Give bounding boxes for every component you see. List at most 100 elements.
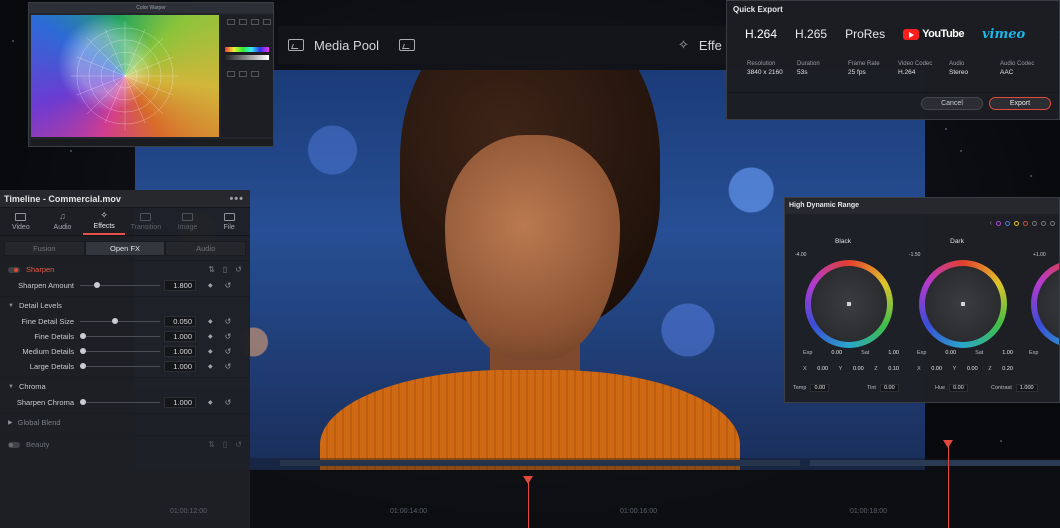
slider-knob[interactable] bbox=[94, 282, 100, 288]
keyframe-icon[interactable]: ◆ bbox=[208, 348, 213, 355]
zone-dot[interactable] bbox=[1023, 221, 1028, 226]
slider-knob[interactable] bbox=[80, 399, 86, 405]
reset-icon[interactable]: ↺ bbox=[225, 281, 232, 290]
reorder-icon[interactable]: ⇅ bbox=[208, 265, 215, 274]
global-blend-header[interactable]: ▶ Global Blend bbox=[0, 413, 250, 431]
warper-tool-button[interactable] bbox=[251, 19, 259, 25]
trash-icon[interactable]: ▯ bbox=[223, 440, 227, 449]
slider-knob[interactable] bbox=[80, 363, 86, 369]
slider-knob[interactable] bbox=[80, 333, 86, 339]
tab-video[interactable]: Video bbox=[0, 208, 42, 235]
chroma-header[interactable]: ▼ Chroma bbox=[0, 377, 250, 395]
detail-levels-header[interactable]: ▼ Detail Levels bbox=[0, 296, 250, 314]
luma-strip[interactable] bbox=[225, 55, 269, 60]
warper-tool-button[interactable] bbox=[227, 71, 235, 77]
temp-value[interactable]: 0.00 bbox=[810, 384, 830, 392]
format-vimeo[interactable]: vimeo bbox=[982, 27, 1025, 42]
tab-image[interactable]: Image bbox=[167, 208, 209, 235]
chevron-left-icon[interactable]: ‹ bbox=[990, 220, 992, 227]
reset-icon[interactable]: ↺ bbox=[235, 440, 242, 449]
playhead-secondary[interactable] bbox=[943, 440, 953, 528]
playhead[interactable] bbox=[523, 476, 533, 528]
x-value[interactable]: 0.00 bbox=[931, 366, 942, 372]
tab-file[interactable]: File bbox=[208, 208, 250, 235]
warper-tool-button[interactable] bbox=[227, 19, 235, 25]
sat-value[interactable]: 1.00 bbox=[888, 350, 899, 356]
reorder-icon[interactable]: ⇅ bbox=[208, 440, 215, 449]
format-prores[interactable]: ProRes bbox=[845, 27, 885, 41]
keyframe-icon[interactable]: ◆ bbox=[208, 318, 213, 325]
color-wheel[interactable] bbox=[805, 260, 893, 348]
param-slider[interactable] bbox=[80, 318, 160, 324]
color-wheel[interactable] bbox=[919, 260, 1007, 348]
color-wheel[interactable] bbox=[1031, 260, 1059, 348]
wheel-puck[interactable] bbox=[847, 302, 851, 306]
reset-icon[interactable]: ↺ bbox=[225, 317, 232, 326]
format-youtube[interactable]: YouTube bbox=[903, 28, 964, 40]
zone-dot[interactable] bbox=[1005, 221, 1010, 226]
reset-icon[interactable]: ↺ bbox=[235, 265, 242, 274]
tab-audio[interactable]: ♫ Audio bbox=[42, 208, 84, 235]
sharpen-header[interactable]: Sharpen ⇅ ▯ ↺ bbox=[0, 260, 250, 278]
timeline-ruler[interactable]: 01:00:12:00 01:00:14:00 01:00:16:00 01:0… bbox=[170, 440, 1060, 528]
param-slider[interactable] bbox=[80, 363, 160, 369]
zone-dot[interactable] bbox=[1050, 221, 1055, 226]
cancel-button[interactable]: Cancel bbox=[921, 97, 983, 110]
warper-tool-button[interactable] bbox=[239, 19, 247, 25]
y-value[interactable]: 0.00 bbox=[853, 366, 864, 372]
sat-value[interactable]: 1.00 bbox=[1002, 350, 1013, 356]
beauty-header[interactable]: Beauty ⇅ ▯ ↺ bbox=[0, 435, 250, 453]
timeline-clip[interactable] bbox=[810, 460, 1060, 466]
param-value[interactable]: 1.000 bbox=[164, 397, 196, 408]
x-value[interactable]: 0.00 bbox=[817, 366, 828, 372]
tab-transition[interactable]: Transition bbox=[125, 208, 167, 235]
tab-effects[interactable]: ✧ Effects bbox=[83, 208, 126, 235]
zone-dot[interactable] bbox=[1041, 221, 1046, 226]
zone-dot[interactable] bbox=[1014, 221, 1019, 226]
contrast-value[interactable]: 1.000 bbox=[1015, 384, 1038, 392]
beauty-toggle[interactable] bbox=[8, 441, 20, 448]
export-button[interactable]: Export bbox=[989, 97, 1051, 110]
format-h264[interactable]: H.264 bbox=[745, 27, 777, 41]
reset-icon[interactable]: ↺ bbox=[225, 332, 232, 341]
y-value[interactable]: 0.00 bbox=[967, 366, 978, 372]
reset-icon[interactable]: ↺ bbox=[225, 398, 232, 407]
color-warper-grid[interactable] bbox=[31, 15, 219, 137]
subtab-fusion[interactable]: Fusion bbox=[4, 241, 85, 256]
subtab-audio[interactable]: Audio bbox=[165, 241, 247, 256]
media-pool-button[interactable]: Media Pool bbox=[278, 38, 389, 53]
param-slider[interactable] bbox=[80, 399, 160, 405]
z-value[interactable]: 0.10 bbox=[888, 366, 899, 372]
warper-tool-button[interactable] bbox=[239, 71, 247, 77]
slider-knob[interactable] bbox=[80, 348, 86, 354]
hue-value[interactable]: 0.00 bbox=[949, 384, 968, 392]
toolbar-divider-icon-button[interactable] bbox=[389, 39, 425, 51]
timeline-clip[interactable] bbox=[280, 460, 800, 466]
reset-icon[interactable]: ↺ bbox=[225, 347, 232, 356]
warper-tool-button[interactable] bbox=[251, 71, 259, 77]
zone-dot[interactable] bbox=[996, 221, 1001, 226]
exp-value[interactable]: 0.00 bbox=[945, 350, 956, 356]
zone-dot[interactable] bbox=[1032, 221, 1037, 226]
z-value[interactable]: 0.20 bbox=[1002, 366, 1013, 372]
exp-value[interactable]: 0.00 bbox=[831, 350, 842, 356]
param-slider[interactable] bbox=[80, 348, 160, 354]
param-slider[interactable] bbox=[80, 333, 160, 339]
trash-icon[interactable]: ▯ bbox=[223, 265, 227, 274]
slider-knob[interactable] bbox=[112, 318, 118, 324]
param-slider[interactable] bbox=[80, 282, 160, 288]
tint-value[interactable]: 0.00 bbox=[879, 384, 899, 392]
effects-button[interactable]: ✧ Effe bbox=[678, 26, 722, 64]
format-h265[interactable]: H.265 bbox=[795, 27, 827, 41]
hue-strip[interactable] bbox=[225, 47, 269, 52]
param-value[interactable]: 1.000 bbox=[164, 331, 196, 342]
wheel-puck[interactable] bbox=[961, 302, 965, 306]
reset-icon[interactable]: ↺ bbox=[225, 362, 232, 371]
sharpen-toggle[interactable] bbox=[8, 266, 20, 273]
subtab-open-fx[interactable]: Open FX bbox=[84, 241, 166, 256]
more-options-icon[interactable]: ••• bbox=[229, 193, 244, 205]
param-value[interactable]: 1.000 bbox=[164, 346, 196, 357]
keyframe-icon[interactable]: ◆ bbox=[208, 282, 213, 289]
param-value[interactable]: 1.000 bbox=[164, 361, 196, 372]
keyframe-icon[interactable]: ◆ bbox=[208, 333, 213, 340]
